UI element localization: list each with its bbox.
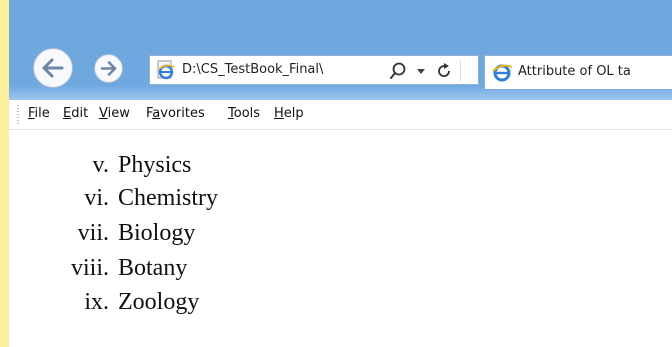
menu-bar: File Edit View Favorites Tools Help <box>9 100 672 130</box>
list-marker: vi. <box>84 185 109 211</box>
dropdown-arrow-icon[interactable] <box>414 62 428 80</box>
menu-grip[interactable] <box>17 105 19 125</box>
list-label: Zoology <box>118 289 200 315</box>
address-separator <box>460 60 461 82</box>
search-icon[interactable] <box>388 61 408 81</box>
list-label: Chemistry <box>118 185 218 211</box>
menu-item-edit[interactable]: Edit <box>63 106 88 121</box>
menu-item-view[interactable]: View <box>99 106 130 121</box>
list-label: Botany <box>118 255 188 281</box>
list-marker: v. <box>92 152 109 178</box>
refresh-icon[interactable] <box>434 61 454 81</box>
forward-arrow-icon <box>100 61 117 76</box>
title-bar: D:\CS_TestBook_Final\ Attribute of OL ta <box>9 0 672 100</box>
ie-tab-icon <box>492 64 513 82</box>
forward-button[interactable] <box>94 54 123 83</box>
menu-item-tools[interactable]: Tools <box>228 106 260 121</box>
menu-item-help[interactable]: Help <box>274 106 304 121</box>
list-marker: viii. <box>70 255 109 281</box>
list-label: Physics <box>118 152 192 178</box>
address-text[interactable]: D:\CS_TestBook_Final\ <box>182 62 386 80</box>
ie-page-icon <box>157 60 175 80</box>
page-content: v. Physics vi. Chemistry vii. Biology vi… <box>9 130 672 347</box>
list-marker: ix. <box>84 289 109 315</box>
tab-attribute-of-ol[interactable]: Attribute of OL ta <box>484 55 672 89</box>
menu-item-file[interactable]: File <box>28 106 50 121</box>
list-marker: vii. <box>77 220 109 246</box>
menu-item-favorites[interactable]: Favorites <box>146 106 205 121</box>
browser-window: D:\CS_TestBook_Final\ Attribute of OL ta <box>9 0 672 347</box>
back-button[interactable] <box>33 48 73 88</box>
address-bar[interactable]: D:\CS_TestBook_Final\ <box>149 55 479 85</box>
list-label: Biology <box>118 220 196 246</box>
back-arrow-icon <box>42 58 64 78</box>
tab-title[interactable]: Attribute of OL ta <box>518 64 631 79</box>
